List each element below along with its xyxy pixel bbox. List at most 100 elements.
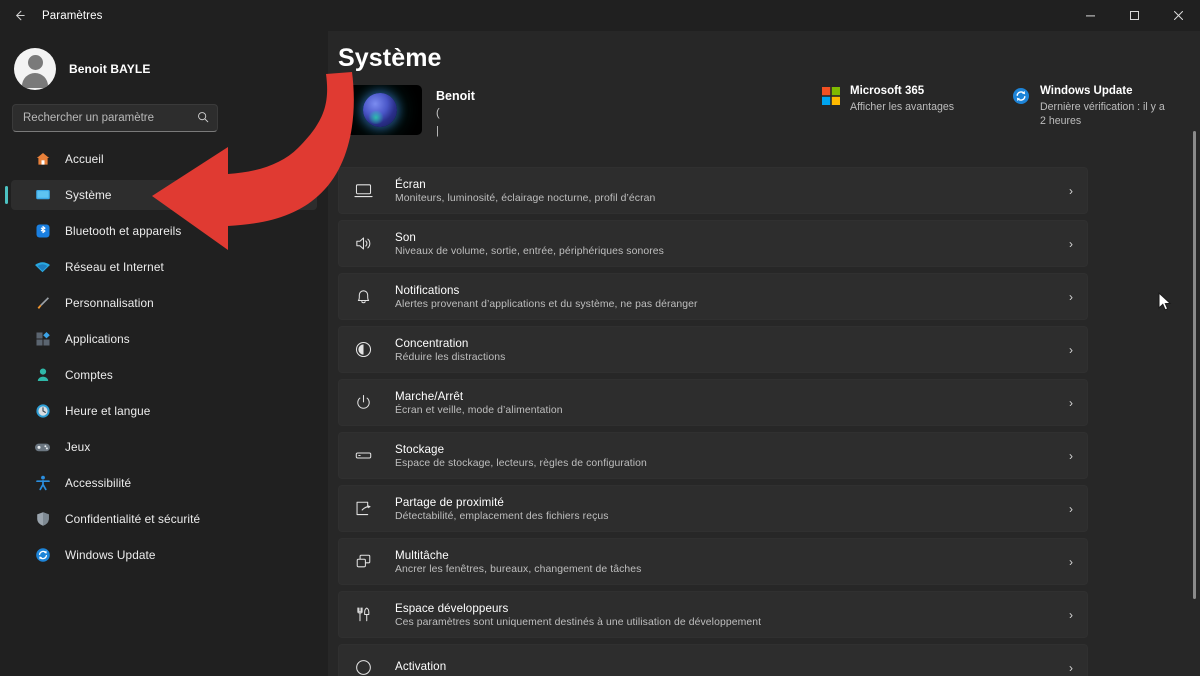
- settings-row-partage-de-proximite[interactable]: Partage de proximité Détectabilité, empl…: [338, 485, 1088, 532]
- system-header-row: Benoit ( | Microsoft 365 Afficher les av…: [338, 85, 1200, 155]
- settings-row-espace-developpeurs[interactable]: Espace développeurs Ces paramètres sont …: [338, 591, 1088, 638]
- minimize-icon: [1085, 15, 1095, 17]
- device-line-1: (: [436, 107, 440, 119]
- apps-icon: [34, 331, 51, 348]
- sidebar-item-systeme[interactable]: Système: [5, 180, 317, 210]
- sidebar-item-applications[interactable]: Applications: [11, 324, 317, 354]
- close-button[interactable]: [1156, 0, 1200, 31]
- header-cards: Microsoft 365 Afficher les avantages Win…: [822, 85, 1200, 129]
- device-name: Benoit: [436, 89, 475, 103]
- search-box[interactable]: [12, 104, 218, 132]
- row-text: Concentration Réduire les distractions: [395, 337, 1069, 363]
- row-text: Notifications Alertes provenant d’applic…: [395, 284, 1069, 310]
- settings-row-marche-arret[interactable]: Marche/Arrêt Écran et veille, mode d’ali…: [338, 379, 1088, 426]
- sidebar-item-heure-et-langue[interactable]: Heure et langue: [11, 396, 317, 426]
- settings-row-notifications[interactable]: Notifications Alertes provenant d’applic…: [338, 273, 1088, 320]
- device-meta: Benoit ( |: [436, 85, 475, 139]
- settings-row-stockage[interactable]: Stockage Espace de stockage, lecteurs, r…: [338, 432, 1088, 479]
- row-subtitle: Espace de stockage, lecteurs, règles de …: [395, 457, 647, 469]
- back-button[interactable]: [0, 0, 38, 31]
- row-title: Écran: [395, 177, 426, 191]
- shield-icon: [34, 511, 51, 528]
- sidebar-item-reseau-et-internet[interactable]: Réseau et Internet: [11, 252, 317, 282]
- sidebar-item-jeux[interactable]: Jeux: [11, 432, 317, 462]
- sidebar-item-label: Heure et langue: [65, 404, 151, 418]
- chevron-right-icon: ›: [1069, 607, 1073, 622]
- wifi-icon: [34, 259, 51, 276]
- row-text: Marche/Arrêt Écran et veille, mode d’ali…: [395, 390, 1069, 416]
- device-wallpaper-thumbnail: [338, 85, 422, 135]
- windows-update-card[interactable]: Windows Update Dernière vérification : i…: [1012, 85, 1172, 129]
- chevron-right-icon: ›: [1069, 289, 1073, 304]
- row-title: Activation: [395, 660, 447, 673]
- row-subtitle: Ces paramètres sont uniquement destinés …: [395, 616, 762, 628]
- scrollbar-thumb[interactable]: [1193, 131, 1196, 599]
- row-subtitle: Écran et veille, mode d’alimentation: [395, 404, 563, 416]
- update-refresh-icon: [1012, 87, 1030, 105]
- row-subtitle: Ancrer les fenêtres, bureaux, changement…: [395, 563, 642, 575]
- activation-icon: [352, 657, 374, 676]
- sidebar-item-label: Comptes: [65, 368, 113, 382]
- sidebar-item-bluetooth-et-appareils[interactable]: Bluetooth et appareils: [11, 216, 317, 246]
- row-title: Partage de proximité: [395, 495, 504, 509]
- settings-row-multitache[interactable]: Multitâche Ancrer les fenêtres, bureaux,…: [338, 538, 1088, 585]
- sidebar-item-label: Accessibilité: [65, 476, 132, 490]
- bell-icon: [352, 286, 374, 308]
- search-icon: [197, 111, 209, 126]
- settings-row-activation[interactable]: Activation ›: [338, 644, 1088, 676]
- sidebar-item-personnalisation[interactable]: Personnalisation: [11, 288, 317, 318]
- sidebar-item-label: Windows Update: [65, 548, 156, 562]
- sidebar-item-label: Bluetooth et appareils: [65, 224, 182, 238]
- chevron-right-icon: ›: [1069, 395, 1073, 410]
- sidebar-item-label: Réseau et Internet: [65, 260, 164, 274]
- maximize-button[interactable]: [1112, 0, 1156, 31]
- sidebar-item-label: Système: [65, 188, 112, 202]
- row-title: Notifications: [395, 283, 460, 297]
- accessibility-icon: [34, 475, 51, 492]
- monitor-icon: [34, 187, 51, 204]
- main-content: Système Benoit ( | Microsoft 365 Affiche…: [328, 31, 1200, 676]
- close-icon: [1173, 11, 1183, 20]
- row-subtitle: Moniteurs, luminosité, éclairage nocturn…: [395, 192, 656, 204]
- sidebar-item-accueil[interactable]: Accueil: [11, 144, 317, 174]
- row-title: Stockage: [395, 442, 445, 456]
- wallpaper-orb-icon: [363, 93, 397, 127]
- minimize-button[interactable]: [1068, 0, 1112, 31]
- sidebar: Benoit BAYLE Rechercher un paramètre Acc…: [0, 31, 328, 676]
- developer-tools-icon: [352, 604, 374, 626]
- microsoft-logo-icon: [822, 87, 840, 105]
- settings-row-son[interactable]: Son Niveaux de volume, sortie, entrée, p…: [338, 220, 1088, 267]
- gamepad-icon: [34, 439, 51, 456]
- sidebar-item-confidentialite-et-securite[interactable]: Confidentialité et sécurité: [11, 504, 317, 534]
- chevron-right-icon: ›: [1069, 554, 1073, 569]
- microsoft-365-card[interactable]: Microsoft 365 Afficher les avantages: [822, 85, 982, 129]
- sidebar-item-label: Accueil: [65, 152, 104, 166]
- settings-row-ecran[interactable]: Écran Moniteurs, luminosité, éclairage n…: [338, 167, 1088, 214]
- sidebar-nav: Accueil Système Bluetooth et appareils R…: [0, 144, 328, 570]
- search-container: [0, 95, 328, 132]
- row-title: Multitâche: [395, 548, 449, 562]
- bluetooth-icon: [34, 223, 51, 240]
- row-title: Concentration: [395, 336, 469, 350]
- chevron-right-icon: ›: [1069, 501, 1073, 516]
- content-scrollbar[interactable]: [1193, 131, 1196, 676]
- display-icon: [352, 180, 374, 202]
- search-input[interactable]: [23, 112, 193, 124]
- title-bar: Paramètres: [0, 0, 1200, 31]
- device-line-2: |: [436, 124, 439, 137]
- avatar-head-icon: [27, 55, 43, 70]
- sidebar-item-accessibilite[interactable]: Accessibilité: [11, 468, 317, 498]
- nearby-share-icon: [352, 498, 374, 520]
- row-text: Partage de proximité Détectabilité, empl…: [395, 496, 1069, 522]
- row-subtitle: Détectabilité, emplacement des fichiers …: [395, 510, 609, 522]
- mouse-cursor: [1158, 292, 1172, 311]
- device-card: Benoit ( |: [338, 85, 475, 139]
- chevron-right-icon: ›: [1069, 660, 1073, 675]
- sidebar-item-windows-update[interactable]: Windows Update: [11, 540, 317, 570]
- user-profile[interactable]: Benoit BAYLE: [0, 31, 328, 95]
- sidebar-item-label: Confidentialité et sécurité: [65, 512, 201, 526]
- settings-row-concentration[interactable]: Concentration Réduire les distractions ›: [338, 326, 1088, 373]
- sidebar-item-comptes[interactable]: Comptes: [11, 360, 317, 390]
- settings-rows: Écran Moniteurs, luminosité, éclairage n…: [338, 167, 1088, 676]
- sidebar-item-label: Personnalisation: [65, 296, 154, 310]
